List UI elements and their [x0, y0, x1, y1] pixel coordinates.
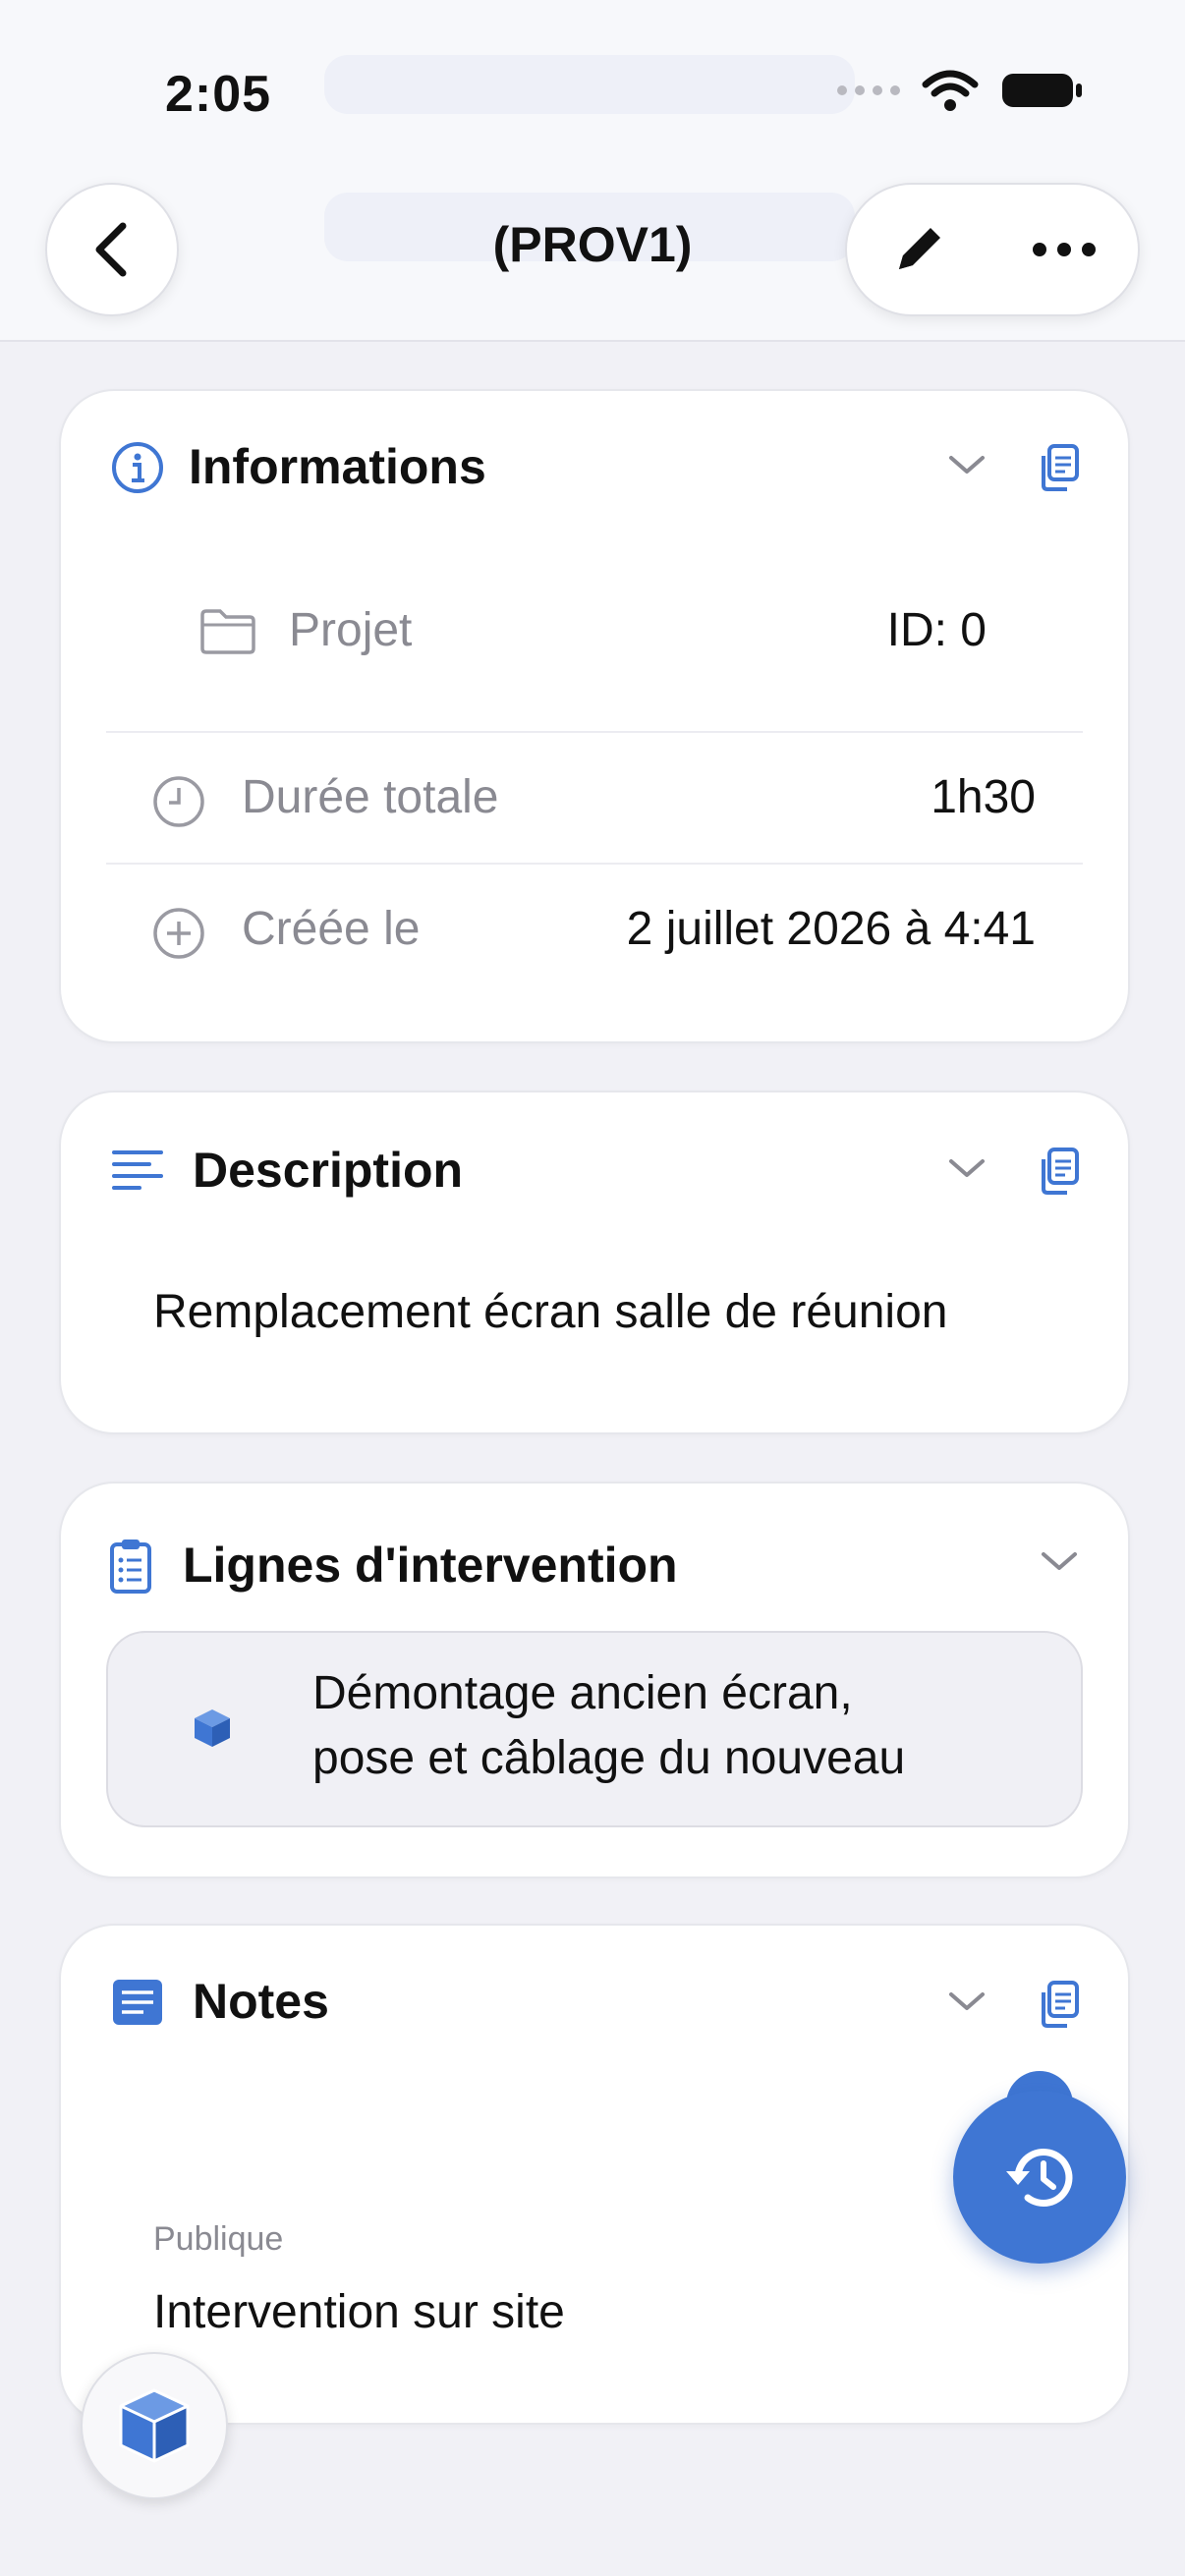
products-button[interactable] [81, 2352, 228, 2499]
actions-group [845, 183, 1140, 316]
text-lines-icon [112, 1150, 163, 1190]
informations-title: Informations [189, 439, 486, 494]
chevron-down-icon[interactable] [947, 1153, 987, 1183]
page-title: (PROV1) [492, 217, 693, 272]
line-item-text-1: Démontage ancien écran, [312, 1667, 853, 1719]
status-time: 2:05 [165, 66, 272, 123]
plus-circle-icon [153, 908, 204, 959]
duree-label: Durée totale [242, 771, 499, 823]
ellipsis-icon [1032, 243, 1096, 256]
edit-button[interactable] [887, 218, 950, 281]
history-button[interactable] [953, 2091, 1126, 2264]
copy-icon[interactable] [1036, 1979, 1081, 2030]
note-text: Intervention sur site [153, 2286, 565, 2338]
divider [106, 731, 1083, 733]
lignes-title: Lignes d'intervention [183, 1538, 678, 1593]
projet-label: Projet [289, 604, 413, 656]
pencil-icon [898, 228, 940, 269]
lignes-card: Lignes d'intervention Démontage ancien é… [59, 1482, 1130, 1878]
background-blur-shape [324, 55, 855, 114]
signal-icon [837, 85, 900, 95]
note-visibility-label: Publique [153, 2220, 284, 2258]
creee-value: 2 juillet 2026 à 4:41 [626, 903, 1036, 955]
projet-value: ID: 0 [886, 604, 987, 656]
folder-icon [200, 609, 255, 654]
chevron-down-icon[interactable] [1040, 1546, 1079, 1576]
history-icon [1006, 2149, 1073, 2207]
divider [106, 863, 1083, 865]
notes-title: Notes [193, 1974, 329, 2029]
status-icons [837, 69, 1083, 112]
cube-icon [195, 1709, 230, 1747]
chevron-down-icon[interactable] [947, 1987, 987, 2016]
line-item-text-2: pose et câblage du nouveau [312, 1732, 906, 1784]
clipboard-list-icon [110, 1540, 151, 1594]
creee-label: Créée le [242, 903, 421, 955]
back-button[interactable] [45, 183, 179, 316]
note-icon [113, 1980, 162, 2025]
informations-card: Informations Projet ID: 0 Durée totale 1… [59, 389, 1130, 1043]
info-icon [112, 442, 163, 493]
list-item[interactable]: Démontage ancien écran, pose et câblage … [106, 1631, 1083, 1827]
chevron-down-icon[interactable] [947, 450, 987, 479]
duree-value: 1h30 [931, 771, 1036, 823]
chevron-left-icon [95, 222, 127, 277]
navigation-header: 2:05 (PROV1) [0, 0, 1185, 342]
description-text: Remplacement écran salle de réunion [153, 1286, 948, 1338]
description-title: Description [193, 1143, 464, 1198]
description-card: Description Remplacement écran salle de … [59, 1091, 1130, 1434]
battery-icon [1002, 74, 1082, 107]
cube-icon [119, 2388, 190, 2463]
more-button[interactable] [1030, 240, 1099, 259]
copy-icon[interactable] [1036, 442, 1081, 493]
clock-icon [153, 776, 204, 827]
wifi-icon [922, 70, 979, 111]
copy-icon[interactable] [1036, 1146, 1081, 1197]
